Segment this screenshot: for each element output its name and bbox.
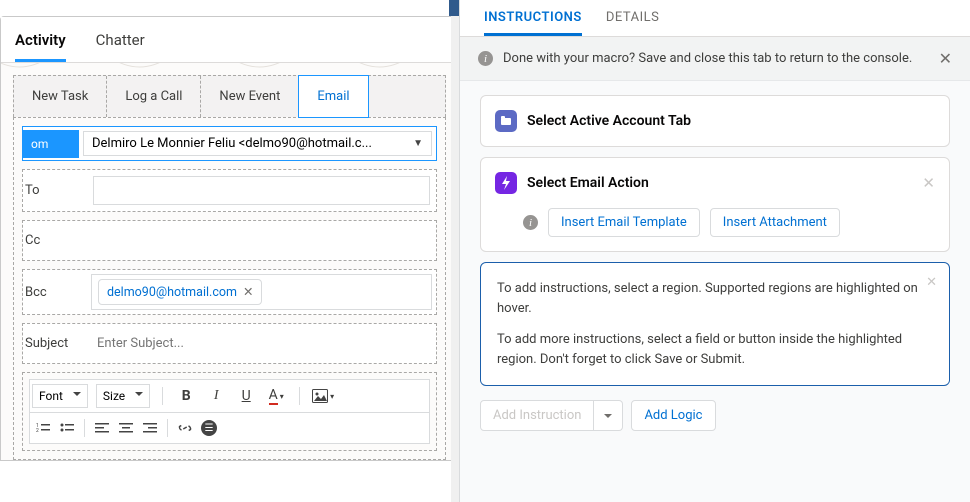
- chevron-down-icon: [135, 389, 143, 403]
- email-form: om Delmiro Le Monnier Feliu <delmo90@hot…: [13, 117, 446, 460]
- step-select-email-action[interactable]: Select Email Action ✕ i Insert Email Tem…: [480, 157, 950, 252]
- bcc-label: Bcc: [23, 277, 87, 308]
- step-title: Select Active Account Tab: [527, 113, 691, 129]
- to-field[interactable]: To: [22, 169, 437, 212]
- tab-details[interactable]: DETAILS: [606, 0, 660, 36]
- bcc-pill-text: delmo90@hotmail.com: [107, 285, 237, 300]
- chevron-down-icon: [73, 389, 81, 403]
- image-button[interactable]: ▾: [312, 385, 334, 407]
- size-label: Size: [103, 389, 125, 403]
- tab-activity[interactable]: Activity: [15, 31, 66, 62]
- subject-field[interactable]: Subject: [22, 323, 437, 364]
- subject-input[interactable]: [93, 330, 430, 357]
- activity-tabs: Activity Chatter: [1, 17, 458, 62]
- remove-step-icon[interactable]: ✕: [922, 174, 935, 192]
- align-center-button[interactable]: [115, 417, 137, 439]
- to-label: To: [23, 175, 87, 206]
- scrollbar-track[interactable]: [451, 16, 459, 502]
- banner-text: Done with your macro? Save and close thi…: [503, 51, 929, 66]
- svg-text:2: 2: [36, 428, 39, 434]
- from-field[interactable]: om Delmiro Le Monnier Feliu <delmo90@hot…: [22, 126, 437, 161]
- help-text-2: To add more instructions, select a field…: [497, 330, 933, 369]
- info-icon: i: [523, 215, 538, 230]
- link-button[interactable]: [174, 417, 196, 439]
- right-tabs: INSTRUCTIONS DETAILS: [460, 0, 970, 37]
- clear-format-button[interactable]: ☰: [198, 417, 220, 439]
- chevron-down-icon: ▼: [413, 138, 423, 149]
- instructions-body: Select Active Account Tab Select Email A…: [460, 81, 970, 502]
- help-text-1: To add instructions, select a region. Su…: [497, 279, 933, 318]
- subject-label: Subject: [23, 328, 87, 359]
- editor-toolbar-row2: 12 ☰: [29, 413, 430, 444]
- bold-button[interactable]: B: [175, 385, 197, 407]
- add-instruction-button[interactable]: Add Instruction: [480, 400, 594, 431]
- cc-field[interactable]: Cc: [22, 220, 437, 261]
- divider: [84, 419, 85, 437]
- tab-chatter[interactable]: Chatter: [96, 31, 145, 62]
- divider: [299, 387, 300, 405]
- subtab-new-event[interactable]: New Event: [201, 76, 299, 117]
- add-instruction-menu-button[interactable]: [594, 400, 623, 431]
- cc-input[interactable]: [93, 227, 430, 254]
- scrollbar-top[interactable]: [449, 0, 459, 16]
- bullet-list-button[interactable]: [56, 417, 78, 439]
- left-panel: Activity Chatter New Task Log a Call New…: [0, 0, 460, 502]
- bcc-pill[interactable]: delmo90@hotmail.com ✕: [98, 279, 262, 305]
- tab-icon: [495, 110, 517, 132]
- info-icon: i: [478, 51, 493, 66]
- divider: [162, 387, 163, 405]
- to-input[interactable]: [93, 176, 430, 205]
- divider: [167, 419, 168, 437]
- close-icon[interactable]: ✕: [926, 273, 937, 293]
- insert-email-template-button[interactable]: Insert Email Template: [548, 208, 700, 237]
- tab-instructions[interactable]: INSTRUCTIONS: [484, 0, 582, 36]
- step-title: Select Email Action: [527, 175, 649, 191]
- underline-button[interactable]: U: [235, 385, 257, 407]
- numbered-list-button[interactable]: 12: [32, 417, 54, 439]
- italic-button[interactable]: I: [205, 385, 227, 407]
- lightning-icon: [495, 172, 517, 194]
- rich-text-editor: Font Size B I U A▾ ▾ 12: [22, 372, 437, 451]
- remove-icon[interactable]: ✕: [243, 284, 253, 300]
- right-panel: INSTRUCTIONS DETAILS i Done with your ma…: [460, 0, 970, 502]
- align-left-button[interactable]: [91, 417, 113, 439]
- font-select[interactable]: Font: [32, 384, 88, 408]
- subtab-new-task[interactable]: New Task: [14, 76, 107, 117]
- font-label: Font: [39, 389, 63, 403]
- size-select[interactable]: Size: [96, 384, 150, 408]
- step-actions: i Insert Email Template Insert Attachmen…: [523, 208, 935, 237]
- from-label: om: [23, 130, 79, 158]
- add-instruction-group: Add Instruction: [480, 400, 623, 431]
- step-select-account-tab[interactable]: Select Active Account Tab: [480, 95, 950, 147]
- subtab-log-a-call[interactable]: Log a Call: [107, 76, 201, 117]
- subtab-email[interactable]: Email: [298, 75, 368, 118]
- bcc-input[interactable]: delmo90@hotmail.com ✕: [91, 274, 432, 310]
- insert-attachment-button[interactable]: Insert Attachment: [710, 208, 840, 237]
- composer-subtabs: New Task Log a Call New Event Email: [13, 75, 446, 117]
- add-logic-button[interactable]: Add Logic: [631, 400, 715, 431]
- from-select[interactable]: Delmiro Le Monnier Feliu <delmo90@hotmai…: [83, 131, 432, 156]
- close-icon[interactable]: ✕: [939, 49, 952, 68]
- from-value: Delmiro Le Monnier Feliu <delmo90@hotmai…: [92, 136, 372, 151]
- bottom-actions: Add Instruction Add Logic: [480, 400, 950, 431]
- subtab-spacer: [368, 76, 445, 117]
- bcc-field[interactable]: Bcc delmo90@hotmail.com ✕: [22, 269, 437, 315]
- macro-banner: i Done with your macro? Save and close t…: [460, 37, 970, 81]
- text-color-button[interactable]: A▾: [265, 385, 287, 407]
- cc-label: Cc: [23, 225, 87, 256]
- align-right-button[interactable]: [139, 417, 161, 439]
- help-card: ✕ To add instructions, select a region. …: [480, 262, 950, 386]
- editor-toolbar-row1: Font Size B I U A▾ ▾: [29, 379, 430, 413]
